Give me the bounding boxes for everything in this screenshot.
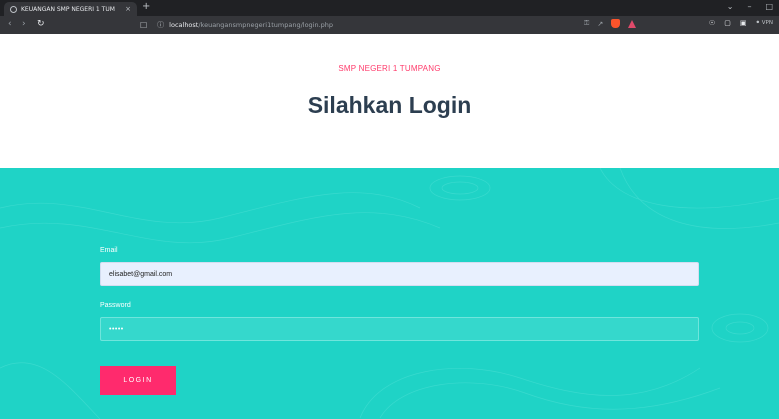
sidebar-icon[interactable]: ▢: [724, 19, 731, 27]
school-name: SMP NEGERI 1 TUMPANG: [338, 64, 441, 73]
extensions-area: ☉ ▢ ▣ ⚫ VPN: [709, 19, 773, 27]
reload-icon[interactable]: ↻: [37, 19, 45, 29]
address-bar[interactable]: ☐ ⓘ localhost/keuangansmpnegeri1tumpang/…: [140, 18, 637, 32]
browser-tab[interactable]: KEUANGAN SMP NEGERI 1 TUM ×: [4, 2, 137, 16]
login-button[interactable]: LOGIN: [100, 366, 176, 395]
window-controls: ⌄ – □: [727, 2, 773, 11]
restore-icon[interactable]: □: [765, 2, 773, 11]
url-path: /keuangansmpnegeri1tumpang/login.php: [198, 21, 334, 29]
brave-shield-icon[interactable]: [611, 19, 621, 28]
url-host: localhost: [169, 21, 199, 29]
tab-title: KEUANGAN SMP NEGERI 1 TUM: [21, 5, 115, 13]
extensions-icon[interactable]: ☉: [709, 19, 715, 27]
browser-toolbar: ‹ › ↻ ☐ ⓘ localhost/keuangansmpnegeri1tu…: [0, 16, 779, 34]
bookmark-icon[interactable]: ☐: [140, 21, 147, 30]
browser-tab-bar: KEUANGAN SMP NEGERI 1 TUM × + ⌄ – □: [0, 0, 779, 16]
minimize-icon[interactable]: –: [747, 2, 751, 11]
forward-icon[interactable]: ›: [22, 19, 26, 29]
back-icon[interactable]: ‹: [8, 19, 12, 29]
password-field[interactable]: •••••: [100, 317, 699, 341]
email-label: Email: [100, 247, 118, 254]
close-tab-icon[interactable]: ×: [125, 5, 131, 13]
login-panel: Email elisabet@gmail.com Password ••••• …: [0, 168, 779, 419]
key-icon[interactable]: ⚿: [584, 19, 589, 28]
share-icon[interactable]: ↗: [597, 20, 603, 28]
site-info-icon[interactable]: ⓘ: [157, 20, 164, 30]
tab-search-icon[interactable]: ⌄: [727, 2, 734, 11]
wallet-icon[interactable]: ▣: [740, 19, 747, 27]
vpn-button[interactable]: ⚫ VPN: [755, 20, 773, 26]
email-field[interactable]: elisabet@gmail.com: [100, 262, 699, 286]
globe-icon: [10, 5, 17, 13]
address-bar-actions: ⚿ ↗: [584, 19, 637, 28]
new-tab-button[interactable]: +: [142, 1, 150, 12]
vpn-label: VPN: [761, 20, 773, 26]
page-title: Silahkan Login: [307, 92, 472, 118]
password-label: Password: [100, 302, 131, 309]
brave-rewards-icon[interactable]: [628, 19, 637, 28]
